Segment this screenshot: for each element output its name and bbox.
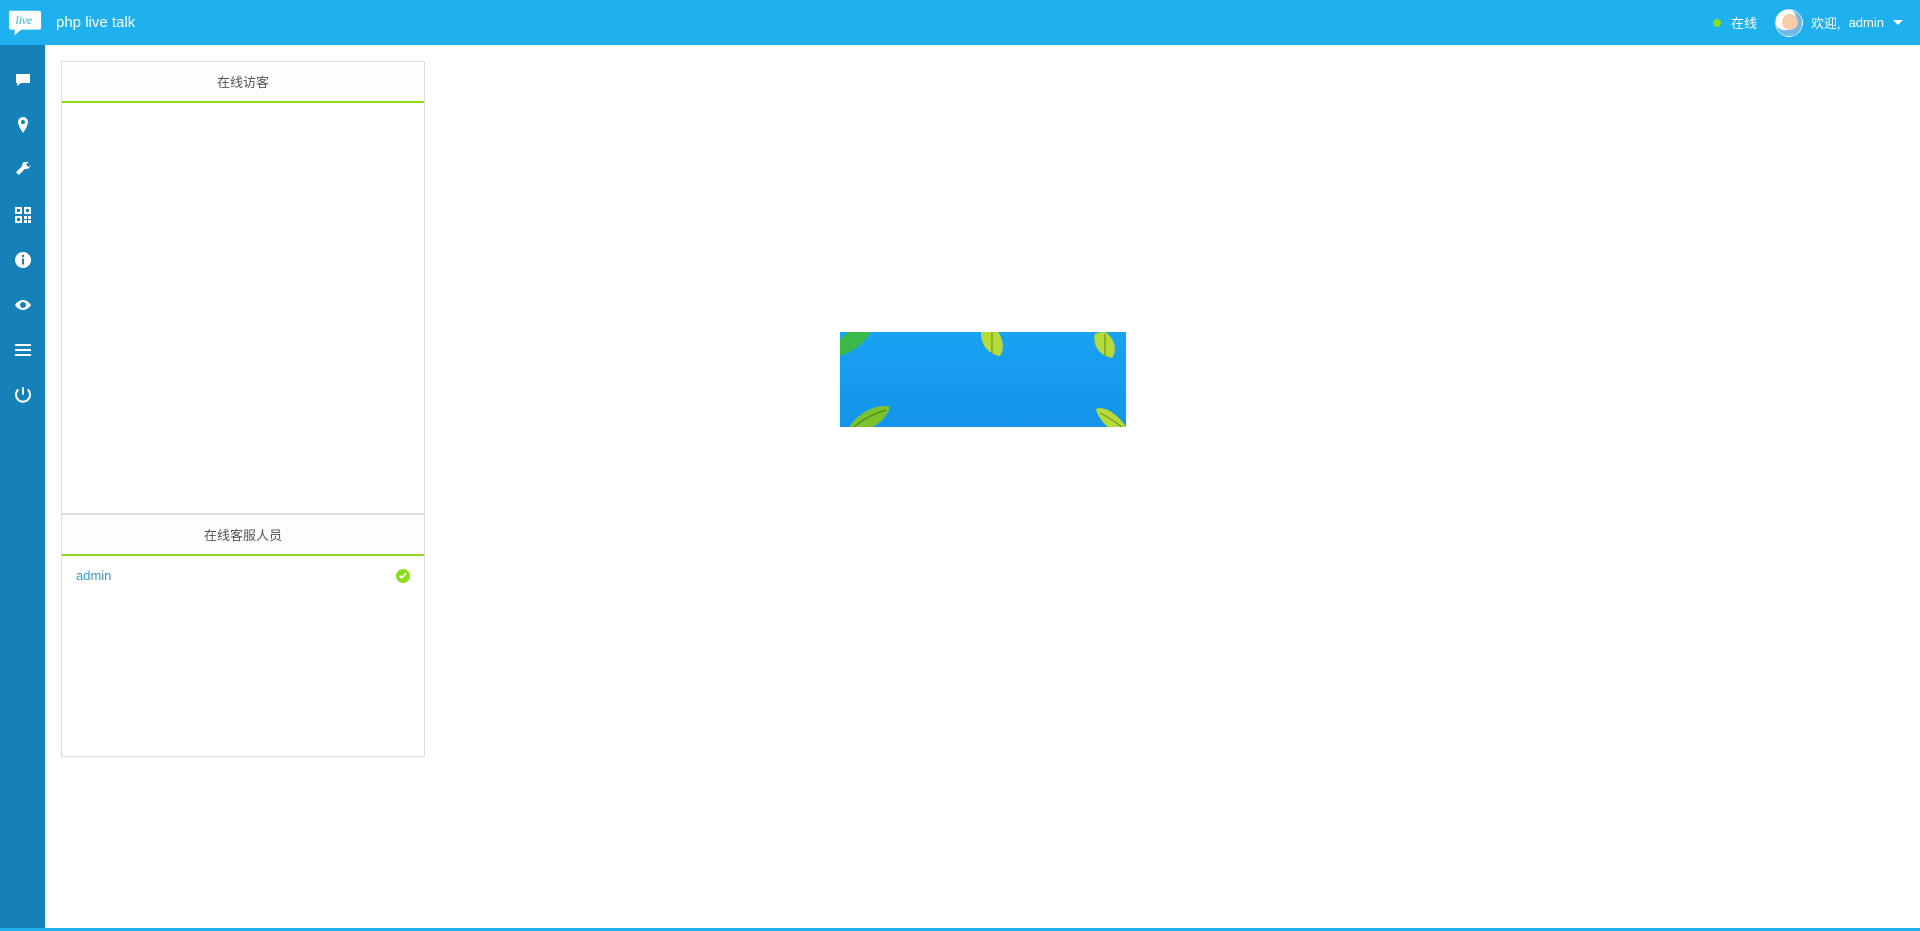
- nav-rail: [0, 45, 45, 928]
- agents-list: admin: [62, 556, 424, 756]
- nav-reports[interactable]: [0, 327, 45, 372]
- nav-info[interactable]: [0, 237, 45, 282]
- nav-logout[interactable]: [0, 372, 45, 417]
- visitors-panel-title: 在线访客: [62, 62, 424, 103]
- agent-row[interactable]: admin: [76, 568, 410, 583]
- pin-icon: [15, 117, 31, 133]
- nav-location[interactable]: [0, 102, 45, 147]
- qrcode-icon: [15, 207, 31, 223]
- welcome-prefix: 欢迎,: [1811, 13, 1841, 32]
- avatar: [1775, 9, 1803, 37]
- status-toggle[interactable]: 在线: [1713, 13, 1757, 32]
- agents-panel: 在线客服人员 admin: [61, 514, 425, 757]
- nav-views[interactable]: [0, 282, 45, 327]
- chat-icon: [15, 72, 31, 88]
- user-name: admin: [1849, 15, 1884, 30]
- agents-panel-title: 在线客服人员: [62, 515, 424, 556]
- app-logo: live: [8, 8, 42, 38]
- chevron-down-icon: [1892, 17, 1904, 29]
- power-icon: [15, 387, 31, 403]
- list-icon: [15, 342, 31, 358]
- agent-name: admin: [76, 568, 111, 583]
- visitors-list: [62, 103, 424, 513]
- nav-qrcode[interactable]: [0, 192, 45, 237]
- side-panel: 在线访客 在线客服人员 admin: [61, 61, 425, 928]
- nav-chat[interactable]: [0, 57, 45, 102]
- nav-settings[interactable]: [0, 147, 45, 192]
- status-dot-icon: [1713, 19, 1721, 27]
- user-menu[interactable]: 欢迎, admin: [1775, 9, 1904, 37]
- eye-icon: [15, 297, 31, 313]
- status-label: 在线: [1731, 13, 1757, 32]
- app-title: php live talk: [56, 14, 135, 31]
- topbar-right: 在线 欢迎, admin: [1713, 9, 1904, 37]
- svg-text:live: live: [16, 14, 32, 26]
- shell: 在线访客 在线客服人员 admin: [0, 45, 1920, 928]
- check-circle-icon: [396, 569, 410, 583]
- visitors-panel: 在线访客: [61, 61, 425, 514]
- wrench-icon: [15, 162, 31, 178]
- main-content: 在线访客 在线客服人员 admin: [45, 45, 1920, 928]
- topbar: live php live talk 在线 欢迎, admin: [0, 0, 1920, 45]
- info-icon: [15, 252, 31, 268]
